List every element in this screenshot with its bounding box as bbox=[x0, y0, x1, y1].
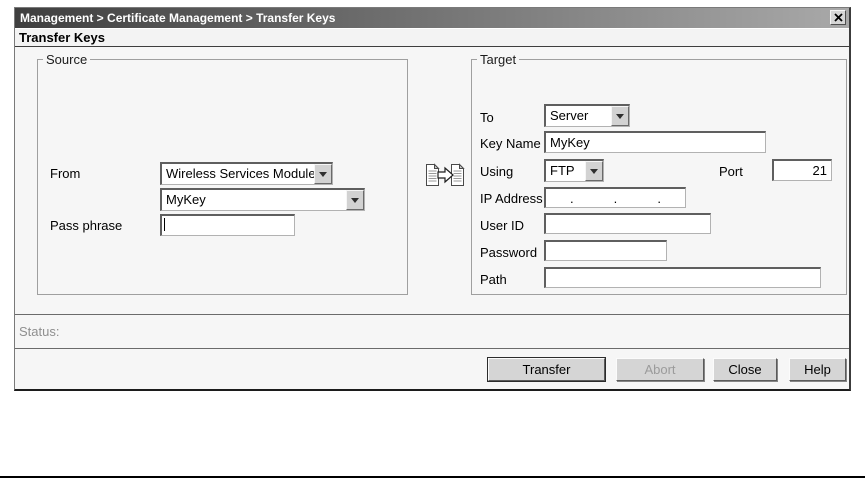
from-label: From bbox=[50, 166, 81, 181]
abort-button: Abort bbox=[616, 358, 704, 381]
port-input[interactable] bbox=[772, 159, 832, 181]
ip-address-label: IP Address bbox=[480, 191, 543, 206]
pass-phrase-label: Pass phrase bbox=[50, 218, 123, 233]
pass-phrase-input[interactable] bbox=[160, 214, 295, 236]
to-select-value: Server bbox=[550, 108, 589, 123]
path-input[interactable] bbox=[544, 267, 821, 288]
key-name-input[interactable] bbox=[544, 131, 766, 153]
chevron-down-icon[interactable] bbox=[611, 106, 629, 126]
from-select[interactable]: Wireless Services Module bbox=[160, 162, 333, 185]
password-label: Password bbox=[480, 245, 538, 260]
target-group: Target To Server Key Name Using FTP Port… bbox=[471, 52, 847, 295]
ip-address-input[interactable]: . . . bbox=[544, 187, 686, 208]
page-bottom-divider bbox=[0, 476, 865, 478]
transfer-keys-dialog: Management > Certificate Management > Tr… bbox=[14, 7, 851, 391]
chevron-down-icon[interactable] bbox=[585, 161, 603, 181]
port-label: Port bbox=[719, 164, 743, 179]
ip-dot: . bbox=[570, 190, 574, 206]
help-button[interactable]: Help bbox=[789, 358, 846, 381]
text-cursor bbox=[164, 218, 165, 231]
transfer-documents-icon bbox=[426, 163, 465, 186]
ip-dot: . bbox=[657, 190, 661, 206]
to-select[interactable]: Server bbox=[544, 104, 630, 127]
close-icon[interactable] bbox=[830, 10, 846, 25]
page-heading-row: Transfer Keys bbox=[15, 28, 849, 47]
from-select-value: Wireless Services Module bbox=[166, 166, 314, 181]
status-label: Status: bbox=[19, 324, 60, 339]
chevron-down-icon[interactable] bbox=[314, 164, 332, 184]
status-bar: Status: bbox=[15, 314, 849, 349]
x-glyph bbox=[833, 13, 843, 22]
page: Management > Certificate Management > Tr… bbox=[0, 0, 865, 486]
source-key-select[interactable]: MyKey bbox=[160, 188, 365, 211]
path-label: Path bbox=[480, 272, 507, 287]
dialog-titlebar: Management > Certificate Management > Tr… bbox=[15, 8, 849, 28]
target-group-legend: Target bbox=[480, 52, 517, 67]
source-group-legend: Source bbox=[46, 52, 88, 67]
close-button[interactable]: Close bbox=[713, 358, 777, 381]
password-input[interactable] bbox=[544, 240, 667, 261]
source-group: Source From Wireless Services Module MyK… bbox=[37, 52, 408, 295]
source-key-select-value: MyKey bbox=[166, 192, 206, 207]
page-title: Transfer Keys bbox=[19, 30, 105, 45]
ip-dot: . bbox=[613, 190, 618, 206]
user-id-input[interactable] bbox=[544, 213, 711, 234]
key-name-label: Key Name bbox=[480, 136, 541, 151]
chevron-down-icon[interactable] bbox=[346, 190, 364, 210]
user-id-label: User ID bbox=[480, 218, 525, 233]
breadcrumb: Management > Certificate Management > Tr… bbox=[20, 11, 336, 25]
to-label: To bbox=[480, 110, 494, 125]
using-select[interactable]: FTP bbox=[544, 159, 604, 182]
transfer-button[interactable]: Transfer bbox=[487, 357, 606, 382]
using-label: Using bbox=[480, 164, 514, 179]
using-select-value: FTP bbox=[550, 163, 575, 178]
